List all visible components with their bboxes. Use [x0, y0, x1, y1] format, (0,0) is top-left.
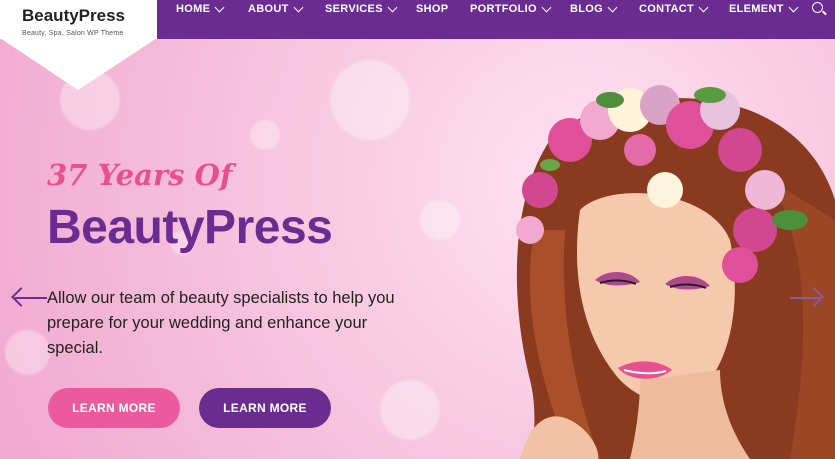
main-navigation: HOME ABOUT SERVICES SHOP PORTFOLIO BLOG …	[157, 0, 835, 39]
learn-more-button-secondary[interactable]: LEARN MORE	[199, 388, 331, 428]
bokeh-decoration	[5, 330, 50, 375]
nav-item-contact[interactable]: CONTACT	[639, 2, 709, 15]
nav-item-label: ABOUT	[248, 3, 289, 15]
nav-item-label: SERVICES	[325, 3, 383, 15]
chevron-down-icon	[607, 2, 618, 12]
bokeh-decoration	[330, 60, 410, 140]
nav-item-label: ELEMENT	[729, 3, 784, 15]
page: BeautyPress Beauty, Spa, Salon WP Theme …	[0, 0, 835, 459]
chevron-down-icon	[541, 2, 552, 12]
nav-item-label: SHOP	[416, 3, 449, 15]
nav-item-shop[interactable]: SHOP	[416, 3, 448, 15]
bokeh-decoration	[380, 380, 440, 440]
nav-item-home[interactable]: HOME	[176, 2, 225, 15]
logo-title[interactable]: BeautyPress	[22, 6, 125, 26]
chevron-down-icon	[293, 2, 304, 12]
model-with-flower-crown-image	[516, 85, 835, 459]
hero-headline: BeautyPress	[47, 201, 333, 254]
chevron-down-icon	[698, 2, 709, 12]
chevron-down-icon	[214, 2, 225, 12]
nav-item-services[interactable]: SERVICES	[325, 2, 398, 15]
nav-item-portfolio[interactable]: PORTFOLIO	[470, 2, 552, 15]
logo-arrow-decoration	[0, 38, 157, 93]
nav-item-label: PORTFOLIO	[470, 3, 537, 15]
nav-item-about[interactable]: ABOUT	[248, 2, 304, 15]
learn-more-button-primary[interactable]: LEARN MORE	[48, 388, 180, 428]
bokeh-decoration	[420, 200, 460, 240]
bokeh-decoration	[250, 120, 280, 150]
hero-kicker: 37 Years Of	[47, 158, 233, 192]
nav-item-label: HOME	[176, 3, 211, 15]
nav-item-label: BLOG	[570, 3, 603, 15]
logo-tagline: Beauty, Spa, Salon WP Theme	[22, 30, 124, 37]
nav-item-element[interactable]: ELEMENT	[729, 2, 799, 15]
nav-item-blog[interactable]: BLOG	[570, 2, 618, 15]
nav-item-label: CONTACT	[639, 3, 695, 15]
arrow-right-icon[interactable]	[790, 297, 820, 299]
logo-box[interactable]: BeautyPress Beauty, Spa, Salon WP Theme	[0, 0, 157, 39]
chevron-down-icon	[788, 2, 799, 12]
chevron-down-icon	[387, 2, 398, 12]
search-icon[interactable]	[812, 2, 823, 13]
hero-description: Allow our team of beauty specialists to …	[47, 289, 395, 357]
arrow-left-icon[interactable]	[15, 297, 47, 299]
